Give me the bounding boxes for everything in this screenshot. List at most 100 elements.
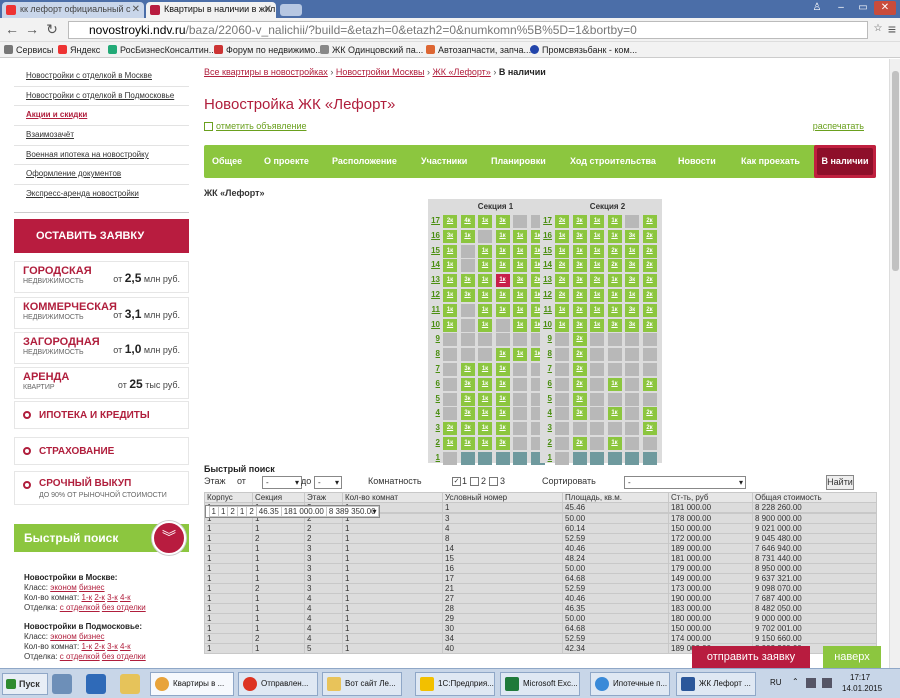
back-to-top-button[interactable]: наверх bbox=[823, 646, 881, 668]
column-header[interactable]: Площадь, кв.м. bbox=[562, 492, 669, 503]
scrollbar-thumb[interactable] bbox=[892, 71, 899, 271]
apartment-cell[interactable]: 1к bbox=[495, 303, 510, 317]
floor-number[interactable]: 7 bbox=[542, 364, 552, 373]
apartment-cell[interactable]: 3к bbox=[607, 318, 622, 332]
address-bar[interactable]: novostroyki.ndv.ru/baza/22060-v_nalichii… bbox=[68, 21, 868, 39]
apartment-cell[interactable]: 1к bbox=[495, 229, 510, 243]
table-row[interactable]: 1 1 3 1 14 40.46 189 000.00 7 646 940.00 bbox=[204, 543, 877, 554]
task-ie[interactable]: Ипотечные п... bbox=[590, 672, 670, 696]
table-row[interactable]: 1 1 4 1 28 46.35 183 000.00 8 482 050.00 bbox=[204, 603, 877, 614]
table-row[interactable]: 1 2 2 1 8 52.59 172 000.00 9 045 480.00 bbox=[204, 533, 877, 544]
floor-number[interactable]: 15 bbox=[430, 246, 440, 255]
floor-number[interactable]: 1 bbox=[542, 453, 552, 462]
explorer-icon[interactable] bbox=[86, 674, 106, 694]
apartment-cell[interactable]: 1к bbox=[478, 259, 492, 273]
category-city[interactable]: ГОРОДСКАЯ НЕДВИЖИМОСТЬ от 2,5 млн руб. bbox=[14, 261, 189, 293]
column-header[interactable]: Общая стоимость bbox=[752, 492, 877, 503]
apartment-cell[interactable]: 1к bbox=[495, 363, 510, 376]
floor-number[interactable]: 2 bbox=[542, 438, 552, 447]
rooms-1-link[interactable]: 1-к bbox=[81, 593, 92, 602]
apartment-cell[interactable]: 1к bbox=[495, 407, 510, 421]
apartment-cell[interactable]: 2к bbox=[590, 274, 604, 288]
sidebar-link[interactable]: Новостройки с отделкой в Москве bbox=[26, 71, 152, 80]
floor-number[interactable]: 17 bbox=[542, 216, 552, 225]
rooms-3-link[interactable]: 3-к bbox=[107, 642, 118, 651]
apartment-cell[interactable]: 3к bbox=[572, 407, 587, 421]
floor-number[interactable]: 4 bbox=[430, 408, 440, 417]
apartment-cell[interactable]: 2к bbox=[443, 215, 457, 228]
apartment-cell[interactable]: 1к bbox=[590, 303, 604, 317]
apartment-cell[interactable]: 2к bbox=[555, 289, 569, 302]
nav-construction[interactable]: Ход строительства bbox=[570, 145, 656, 178]
sidebar-link[interactable]: Оформление документов bbox=[26, 169, 121, 178]
floor-number[interactable]: 14 bbox=[542, 260, 552, 269]
apartment-cell[interactable]: 1к bbox=[495, 377, 510, 391]
table-row[interactable]: 1 2 3 1 21 52.59 173 000.00 9 098 070.00 bbox=[204, 583, 877, 594]
apartment-cell[interactable]: 1к bbox=[513, 318, 527, 332]
nav-news[interactable]: Новости bbox=[678, 145, 716, 178]
apartment-cell[interactable]: 1к bbox=[625, 289, 639, 302]
apartment-cell[interactable]: 1к bbox=[607, 215, 622, 228]
class-business-link[interactable]: бизнес bbox=[79, 583, 105, 592]
class-business-link[interactable]: бизнес bbox=[79, 632, 105, 641]
apartment-cell[interactable]: 1к bbox=[443, 259, 457, 273]
browser-tab-1[interactable]: кк лефорт официальный с ✕ bbox=[2, 2, 144, 18]
apartment-cell[interactable]: 2к bbox=[642, 229, 657, 243]
floor-number[interactable]: 11 bbox=[430, 305, 440, 314]
apartment-cell[interactable]: 2к bbox=[572, 363, 587, 376]
rooms-2-checkbox[interactable] bbox=[470, 477, 479, 486]
apartment-cell[interactable]: 1к bbox=[478, 363, 492, 376]
task-word[interactable]: ЖК Лефорт ... bbox=[676, 672, 756, 696]
floor-number[interactable]: 12 bbox=[542, 290, 552, 299]
apartment-cell[interactable]: 1к bbox=[572, 244, 587, 258]
floor-number[interactable]: 9 bbox=[542, 334, 552, 343]
apartment-cell[interactable]: 2к bbox=[572, 348, 587, 362]
apartment-cell[interactable]: 2к bbox=[572, 377, 587, 391]
finish-yes-link[interactable]: с отделкой bbox=[60, 603, 100, 612]
apartment-cell[interactable]: 1к bbox=[460, 229, 475, 243]
language-indicator[interactable]: RU bbox=[770, 678, 782, 687]
apartment-cell[interactable]: 1к bbox=[495, 259, 510, 273]
apartment-cell[interactable]: 3к bbox=[460, 289, 475, 302]
apartment-cell[interactable]: 1к bbox=[495, 422, 510, 436]
apartment-cell[interactable]: 2к bbox=[572, 437, 587, 450]
apartment-cell[interactable]: 1к bbox=[443, 303, 457, 317]
floor-number[interactable]: 13 bbox=[542, 275, 552, 284]
rooms-4-link[interactable]: 4-к bbox=[120, 593, 131, 602]
floor-number[interactable]: 7 bbox=[430, 364, 440, 373]
close-tab-icon[interactable]: ✕ bbox=[132, 2, 140, 17]
column-header[interactable]: Секция bbox=[252, 492, 305, 503]
apartment-cell[interactable]: 3к bbox=[460, 274, 475, 288]
computer-icon[interactable] bbox=[52, 674, 72, 694]
apartment-cell[interactable]: 1к bbox=[590, 318, 604, 332]
sidebar-link[interactable]: Военная ипотека на новостройку bbox=[26, 150, 149, 159]
apartment-cell[interactable]: 1к bbox=[478, 377, 492, 391]
apartment-cell[interactable]: 3к bbox=[460, 377, 475, 391]
floor-number[interactable]: 6 bbox=[542, 379, 552, 388]
send-request-button[interactable]: отправить заявку bbox=[692, 646, 810, 668]
task-mail[interactable]: Вот сайт Ле... bbox=[322, 672, 402, 696]
apartment-cell[interactable]: 1к bbox=[607, 274, 622, 288]
nav-about[interactable]: О проекте bbox=[264, 145, 309, 178]
table-row[interactable]: 1 1 3 1 15 48.24 181 000.00 8 731 440.00 bbox=[204, 553, 877, 564]
floor-number[interactable]: 16 bbox=[430, 231, 440, 240]
apartment-cell[interactable]: 1к bbox=[478, 289, 492, 302]
nav-available[interactable]: В наличии bbox=[814, 145, 876, 178]
rooms-1-link[interactable]: 1-к bbox=[81, 642, 92, 651]
folder-icon[interactable] bbox=[120, 674, 140, 694]
table-row[interactable]: 1 1 3 1 16 50.00 179 000.00 8 950 000.00 bbox=[204, 563, 877, 574]
apartment-cell[interactable]: 1к bbox=[607, 407, 622, 421]
apartment-cell[interactable]: 1к bbox=[495, 274, 510, 288]
nav-location[interactable]: Расположение bbox=[332, 145, 397, 178]
apartment-cell[interactable]: 1к bbox=[443, 318, 457, 332]
mark-listing-link[interactable]: отметить объявление bbox=[204, 121, 306, 131]
apartment-cell[interactable]: 1к bbox=[443, 244, 457, 258]
apartment-cell[interactable]: 2к bbox=[555, 274, 569, 288]
browser-tab-2[interactable]: Квартиры в наличии в жил ✕ bbox=[146, 2, 276, 18]
apartment-cell[interactable]: 2к bbox=[642, 422, 657, 436]
apartment-cell[interactable]: 1к bbox=[478, 244, 492, 258]
apartment-cell[interactable]: 2к bbox=[642, 215, 657, 228]
bookmark-odintsovo[interactable]: ЖК Одинцовский па... bbox=[320, 43, 423, 57]
apartment-cell[interactable]: 1к bbox=[478, 407, 492, 421]
apartment-cell[interactable]: 1к bbox=[513, 229, 527, 243]
